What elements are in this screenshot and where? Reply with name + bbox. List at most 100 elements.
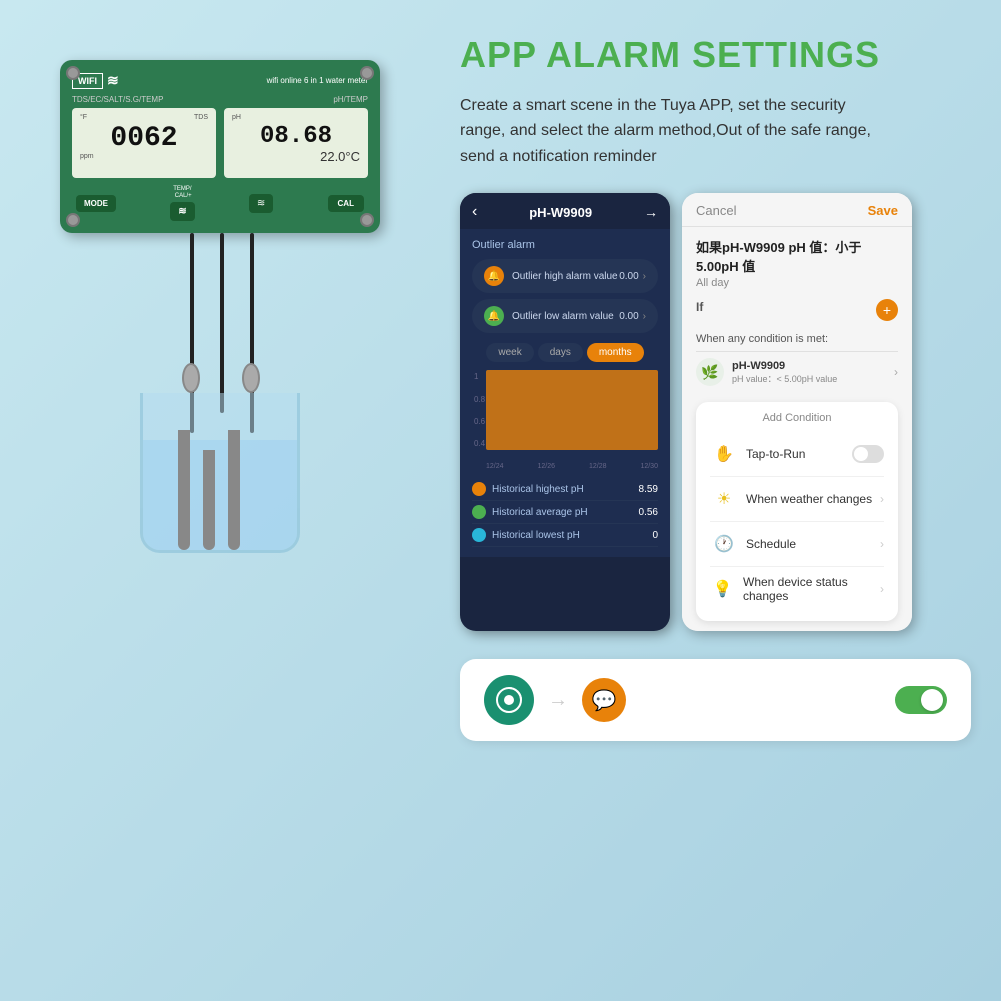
tab-months[interactable]: months bbox=[587, 343, 644, 362]
schedule-label: Schedule bbox=[746, 537, 796, 551]
cond-tap-to-run[interactable]: ✋ Tap-to-Run bbox=[710, 432, 884, 477]
tap-run-icon: ✋ bbox=[710, 440, 738, 468]
phone-dark: ‹ pH-W9909 → Outlier alarm 🔔 Outlier hig… bbox=[460, 193, 670, 631]
alarm-low-icon: 🔔 bbox=[484, 306, 504, 326]
stat-row-high: Historical highest pH 8.59 bbox=[472, 478, 658, 501]
save-button[interactable]: Save bbox=[868, 203, 898, 218]
weather-icon: ☀ bbox=[710, 485, 738, 513]
cancel-button[interactable]: Cancel bbox=[696, 203, 736, 218]
add-condition-plus[interactable]: + bbox=[876, 299, 898, 321]
all-day-label: All day bbox=[696, 277, 898, 289]
phone-dark-header: ‹ pH-W9909 → bbox=[460, 193, 670, 229]
toggle-dot bbox=[921, 689, 943, 711]
if-section: If + When any condition is met: 🌿 pH-W99… bbox=[696, 299, 898, 392]
any-condition-row: When any condition is met: bbox=[696, 327, 898, 352]
alarm-high-label: Outlier high alarm value bbox=[512, 271, 618, 282]
connector-right bbox=[242, 363, 260, 393]
phone-white-body: 如果pH-W9909 pH 值：小于 5.00pH 值 All day If +… bbox=[682, 227, 912, 631]
device-name: pH-W9909 bbox=[732, 360, 886, 372]
water-level bbox=[143, 440, 297, 550]
description-text: Create a smart scene in the Tuya APP, se… bbox=[460, 93, 880, 170]
right-screen: pH 08.68 22.0°C bbox=[224, 108, 368, 178]
phone-dark-body: Outlier alarm 🔔 Outlier high alarm value… bbox=[460, 229, 670, 557]
stats-rows: Historical highest pH 8.59 Historical av… bbox=[472, 478, 658, 547]
stat-label-high: Historical highest pH bbox=[492, 484, 584, 495]
flow-arrow: → bbox=[548, 689, 568, 712]
tap-run-toggle[interactable] bbox=[852, 445, 884, 463]
right-side: APP ALARM SETTINGS Create a smart scene … bbox=[440, 0, 1001, 1001]
cond-schedule[interactable]: 🕐 Schedule › bbox=[710, 522, 884, 567]
temp-cal-button[interactable]: ≋ bbox=[170, 202, 194, 221]
alarm-high-icon: 🔔 bbox=[484, 266, 504, 286]
stat-label-avg: Historical average pH bbox=[492, 507, 588, 518]
screw-br bbox=[360, 213, 374, 227]
cond-weather[interactable]: ☀ When weather changes › bbox=[710, 477, 884, 522]
schedule-arrow: › bbox=[880, 537, 884, 551]
alarm-low-row[interactable]: 🔔 Outlier low alarm value 0.00 › bbox=[472, 299, 658, 333]
cable-center bbox=[220, 233, 224, 413]
screen-labels: TDS/EC/SALT/S.G/TEMP pH/TEMP bbox=[72, 95, 368, 104]
outlier-title: Outlier alarm bbox=[472, 239, 658, 251]
right-screen-temp: 22.0°C bbox=[232, 149, 360, 164]
cal-button[interactable]: CAL bbox=[328, 195, 364, 212]
temp-cal-label: TEMP/CAL/+ bbox=[173, 186, 191, 200]
stat-row-low: Historical lowest pH 0 bbox=[472, 524, 658, 547]
weather-arrow: › bbox=[880, 492, 884, 506]
screw-bl bbox=[66, 213, 80, 227]
device-meter: WIFI ≋ wifi online 6 in 1 water meter TD… bbox=[60, 60, 380, 233]
cables-beaker-area bbox=[120, 233, 320, 553]
device-status-label: When device status changes bbox=[743, 575, 880, 603]
stat-dot-avg bbox=[472, 505, 486, 519]
tab-days[interactable]: days bbox=[538, 343, 583, 362]
mode-button[interactable]: MODE bbox=[76, 195, 116, 212]
cond-device-status[interactable]: 💡 When device status changes › bbox=[710, 567, 884, 611]
back-button[interactable]: ‹ bbox=[472, 203, 477, 221]
stat-dot-low bbox=[472, 528, 486, 542]
device-status-arrow: › bbox=[880, 582, 884, 596]
menu-button[interactable]: → bbox=[644, 204, 658, 220]
alarm-high-value: 0.00 bbox=[619, 271, 638, 282]
connector-left bbox=[182, 363, 200, 393]
wifi-button[interactable]: ≋ bbox=[249, 194, 273, 213]
left-side: WIFI ≋ wifi online 6 in 1 water meter TD… bbox=[0, 0, 440, 1001]
alarm-low-arrow: › bbox=[643, 311, 646, 322]
stat-value-avg: 0.56 bbox=[639, 507, 658, 518]
device-row[interactable]: 🌿 pH-W9909 pH value：< 5.00pH value › bbox=[696, 352, 898, 392]
device-buttons: MODE TEMP/CAL/+ ≋ ≋ CAL bbox=[72, 186, 368, 221]
chart-x-axis: 12/24 12/26 12/28 12/30 bbox=[486, 463, 658, 470]
stat-value-high: 8.59 bbox=[639, 484, 658, 495]
any-condition-text: When any condition is met: bbox=[696, 333, 828, 345]
probe-right bbox=[228, 430, 240, 550]
chart-area: 1 0.8 0.6 0.4 12/24 12/26 12/28 12/30 bbox=[472, 370, 658, 470]
chart-y-axis: 1 0.8 0.6 0.4 bbox=[472, 370, 485, 450]
device-title: wifi online 6 in 1 water meter bbox=[267, 76, 368, 85]
device-status-icon: 💡 bbox=[710, 575, 735, 603]
screw-tl bbox=[66, 66, 80, 80]
schedule-icon: 🕐 bbox=[710, 530, 738, 558]
left-screen-top-label: °F TDS bbox=[80, 114, 208, 121]
device-sub: pH value：< 5.00pH value bbox=[732, 372, 886, 385]
probe-left bbox=[178, 430, 190, 550]
chart-bar bbox=[486, 370, 658, 450]
beaker bbox=[140, 393, 300, 553]
phone-dark-title: pH-W9909 bbox=[529, 205, 592, 220]
tap-run-label: Tap-to-Run bbox=[746, 447, 805, 461]
alarm-high-row[interactable]: 🔔 Outlier high alarm value 0.00 › bbox=[472, 259, 658, 293]
page-title: APP ALARM SETTINGS bbox=[460, 35, 971, 75]
alarm-low-value: 0.00 bbox=[619, 311, 638, 322]
stat-row-avg: Historical average pH 0.56 bbox=[472, 501, 658, 524]
stat-dot-high bbox=[472, 482, 486, 496]
if-label: If bbox=[696, 300, 703, 314]
tuya-logo bbox=[484, 675, 534, 725]
enable-toggle[interactable] bbox=[895, 686, 947, 714]
device-icon: 🌿 bbox=[696, 358, 724, 386]
time-tabs: week days months bbox=[472, 343, 658, 362]
add-condition-card: Add Condition ✋ Tap-to-Run bbox=[696, 402, 898, 621]
left-screen-unit: ppm bbox=[80, 153, 208, 160]
screenshots-row: ‹ pH-W9909 → Outlier alarm 🔔 Outlier hig… bbox=[460, 193, 971, 631]
left-screen-value: 0062 bbox=[80, 125, 208, 153]
screw-tr bbox=[360, 66, 374, 80]
condition-title: 如果pH-W9909 pH 值：小于 5.00pH 值 bbox=[696, 237, 898, 275]
tab-week[interactable]: week bbox=[486, 343, 533, 362]
stat-value-low: 0 bbox=[652, 530, 658, 541]
